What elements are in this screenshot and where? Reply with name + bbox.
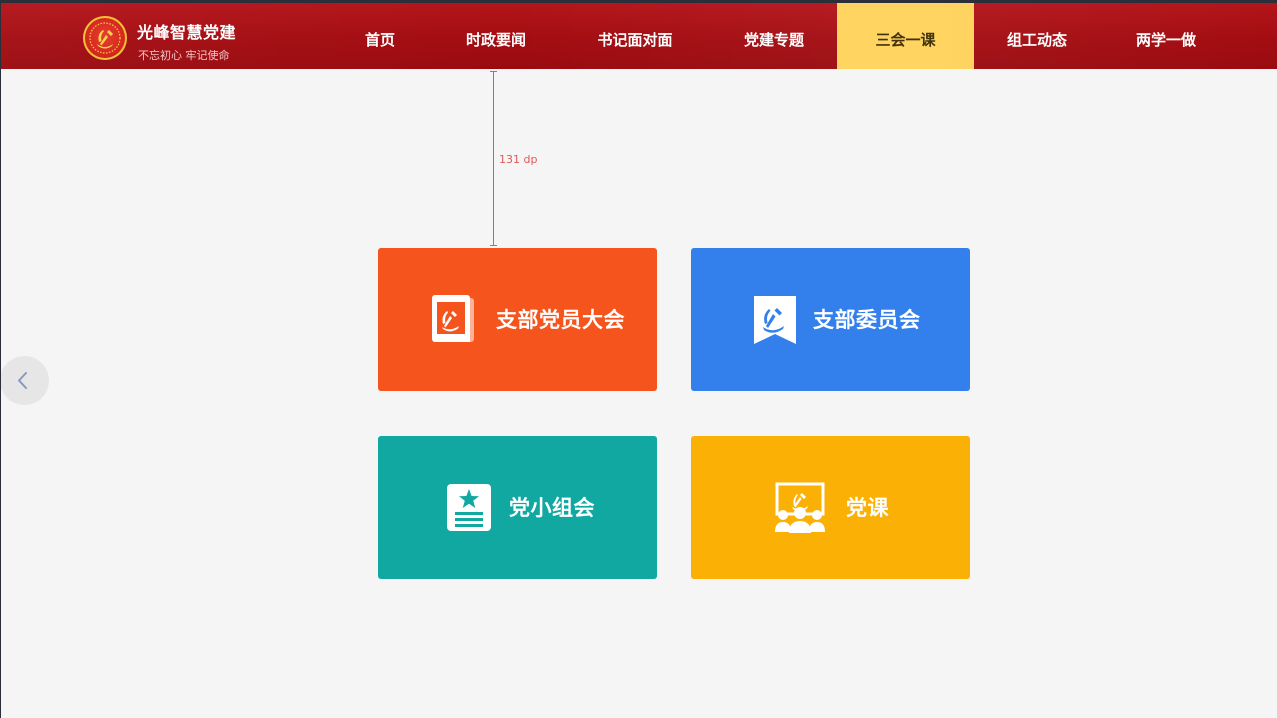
card-branch-committee[interactable]: 支部委员会 (691, 248, 970, 391)
card-label: 支部党员大会 (496, 308, 625, 332)
nav-item-news[interactable]: 时政要闻 (456, 3, 536, 69)
card-label: 支部委员会 (813, 308, 921, 332)
top-header: 光峰智慧党建 不忘初心 牢记使命 首页 时政要闻 书记面对面 党建专题 三会一课… (1, 3, 1277, 69)
party-emblem-logo (83, 16, 127, 60)
nav-item-home[interactable]: 首页 (350, 3, 410, 69)
chevron-left-icon (18, 372, 27, 389)
star-document-icon (445, 482, 495, 534)
card-branch-member-meeting[interactable]: 支部党员大会 (378, 248, 657, 391)
app-title: 光峰智慧党建 (137, 23, 237, 42)
card-party-group-meeting[interactable]: 党小组会 (378, 436, 657, 579)
app-slogan: 不忘初心 牢记使命 (138, 49, 230, 62)
card-label: 党课 (846, 496, 889, 520)
app-frame: 光峰智慧党建 不忘初心 牢记使命 首页 时政要闻 书记面对面 党建专题 三会一课… (1, 3, 1277, 718)
party-bookmark-icon (751, 294, 801, 346)
nav-item-two-studies[interactable]: 两学一做 (1126, 3, 1206, 69)
party-book-icon (430, 294, 480, 346)
spacing-guide-label: 131 dp (499, 153, 538, 166)
nav-item-three-meetings[interactable]: 三会一课 (837, 3, 974, 69)
card-label: 党小组会 (509, 496, 595, 520)
nav-item-secretary[interactable]: 书记面对面 (585, 3, 685, 69)
lecture-audience-icon (773, 482, 827, 534)
spacing-guide-line (490, 71, 497, 246)
nav-item-organization[interactable]: 组工动态 (997, 3, 1077, 69)
nav-item-party-topics[interactable]: 党建专题 (734, 3, 814, 69)
back-button[interactable] (1, 356, 49, 405)
card-party-lecture[interactable]: 党课 (691, 436, 970, 579)
